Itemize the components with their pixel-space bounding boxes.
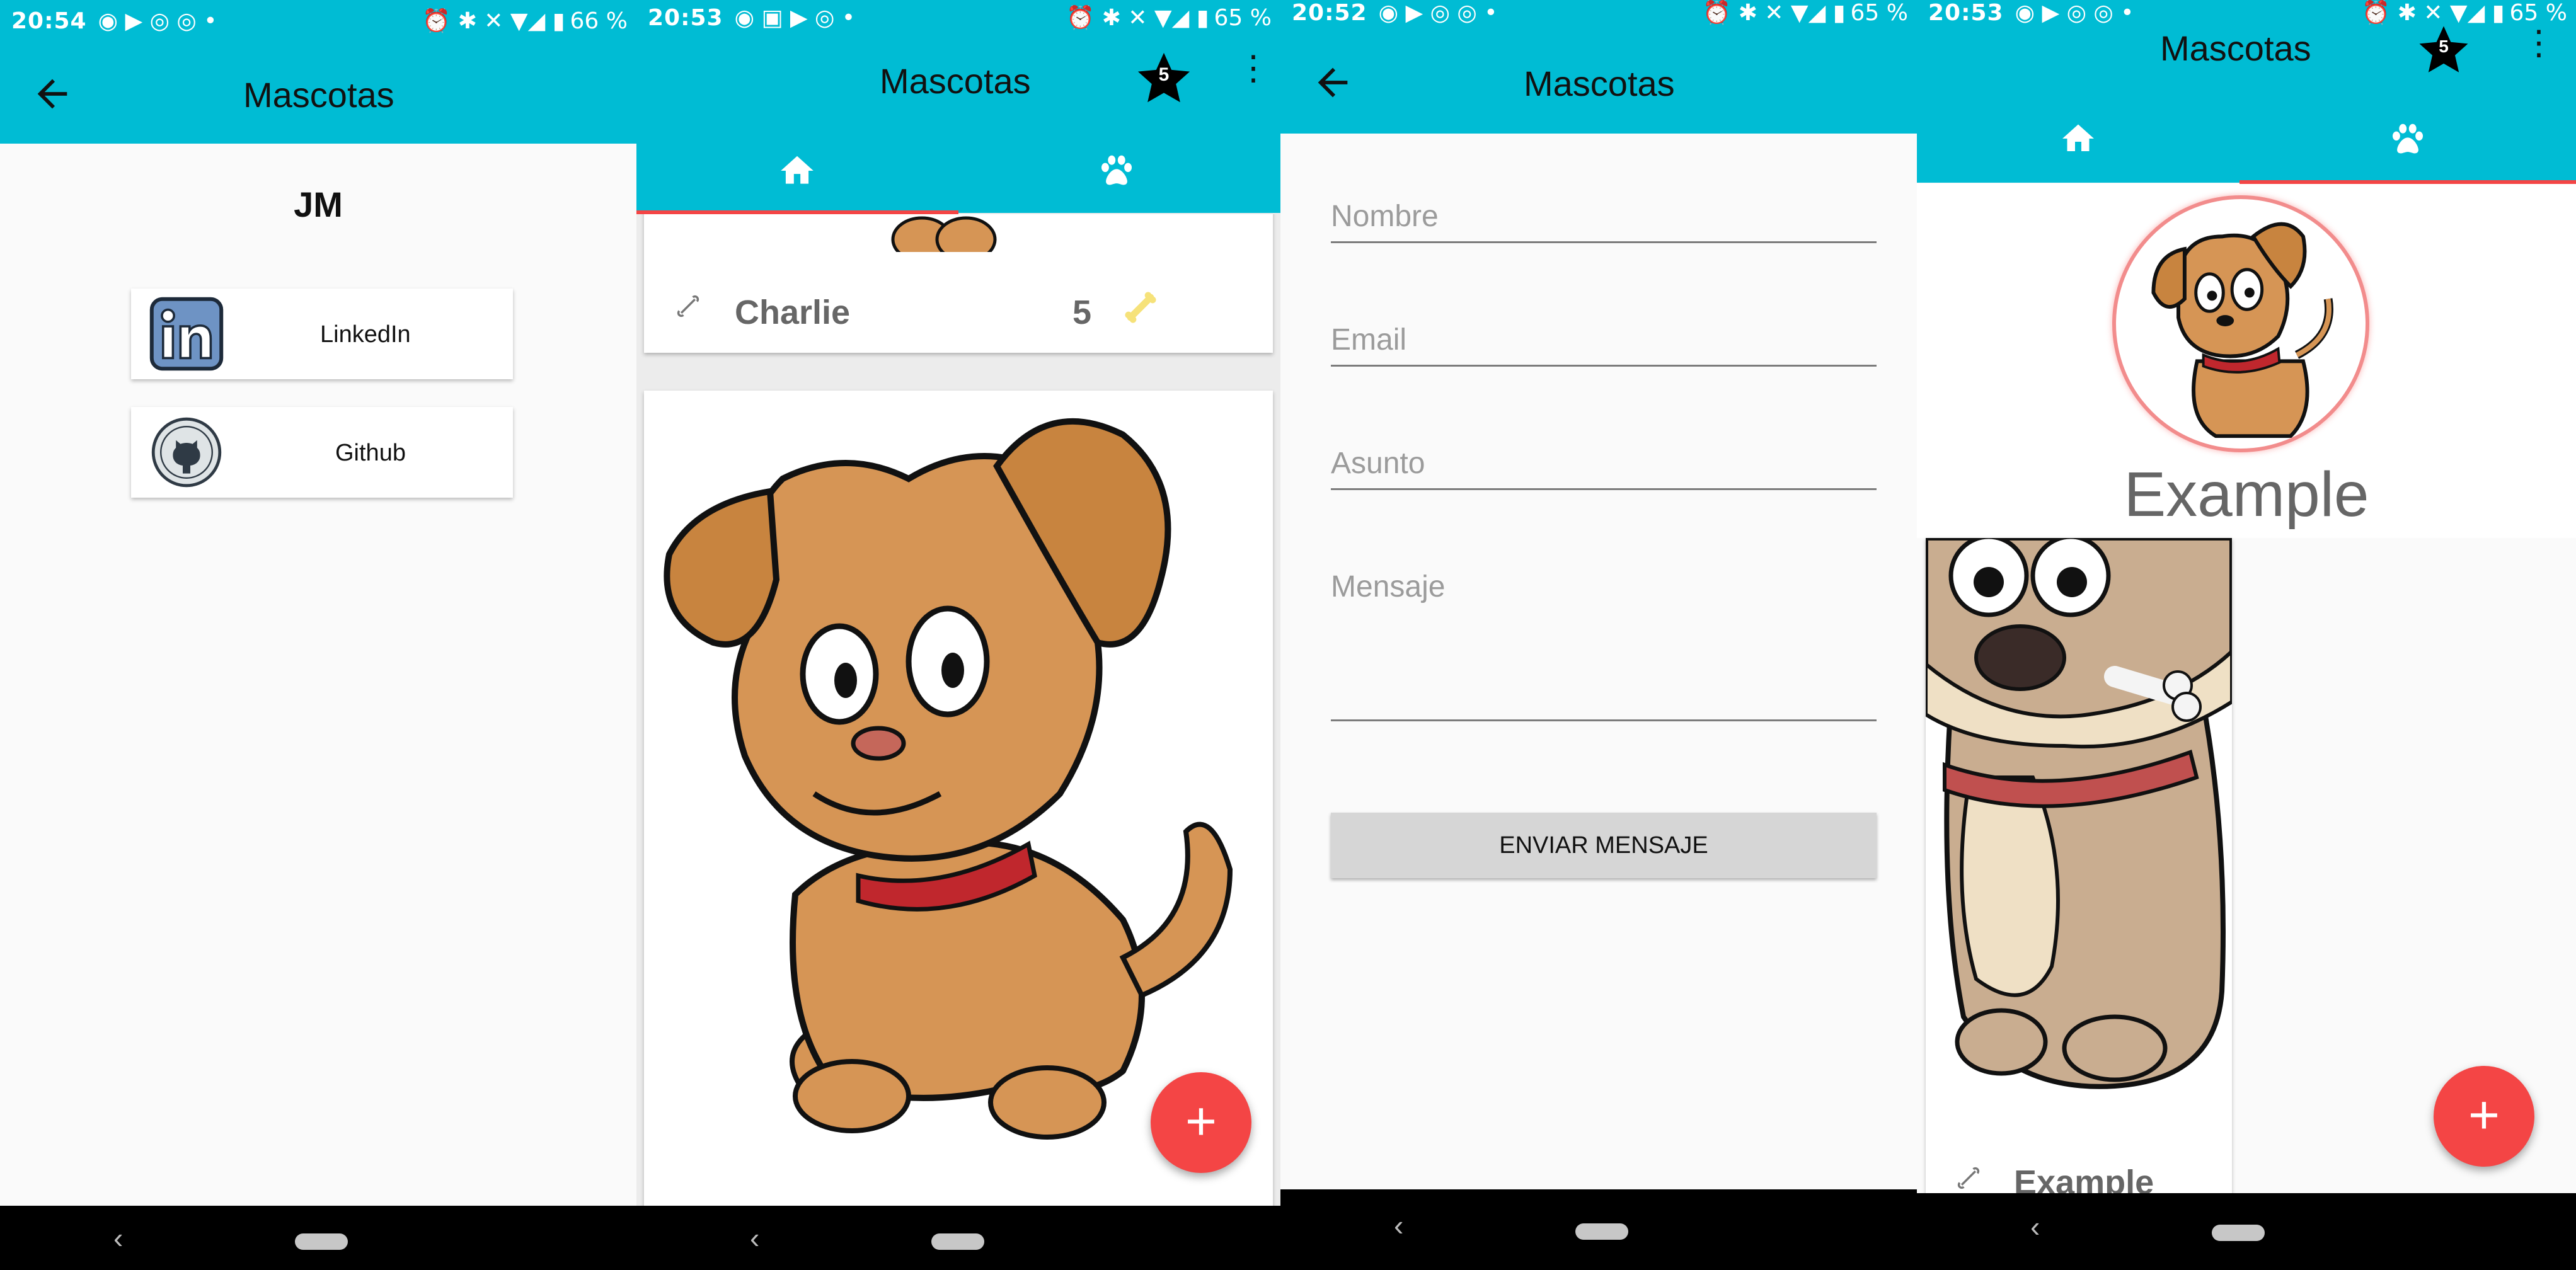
- overflow-menu-icon[interactable]: ⋮: [1236, 51, 1270, 85]
- notification-icons: ◉ ▶ ◎ ◎ •: [98, 8, 217, 34]
- bone-icon: [677, 295, 699, 318]
- contact-screen: 20:52 ◉ ▶ ◎ ◎ • ⏰ ✱ ✕ ▼◢ ▮ 65 % Mascotas…: [1280, 0, 1917, 1270]
- system-nav-bar: ‹: [636, 1206, 1280, 1270]
- about-screen: 20:54 ◉ ▶ ◎ ◎ • ⏰ ✱ ✕ ▼◢ ▮ 66 % Mascotas…: [0, 0, 636, 1270]
- profile-avatar: [2112, 195, 2369, 452]
- profile-name: Example: [2124, 459, 2369, 530]
- message-field[interactable]: Mensaje: [1331, 569, 1877, 721]
- profile-screen: 20:53 ◉ ▶ ◎ ◎ • ⏰ ✱ ✕ ▼◢ ▮ 65 % Mascotas…: [1917, 0, 2576, 1270]
- paw-icon: [1101, 155, 1132, 185]
- github-label: Github: [335, 440, 406, 466]
- pet-photo: [1926, 538, 2232, 1089]
- nav-back-icon[interactable]: ‹: [113, 1221, 123, 1255]
- tab-pets[interactable]: [2240, 111, 2576, 183]
- status-time: 20:54: [11, 8, 87, 34]
- notification-icons: ◉ ▶ ◎ ◎ •: [1378, 0, 1498, 26]
- system-nav-bar: ‹: [1917, 1193, 2576, 1270]
- status-battery: 65 %: [1850, 0, 1908, 26]
- favorites-button[interactable]: 5: [2416, 23, 2471, 78]
- system-nav-bar: ‹: [0, 1206, 636, 1270]
- status-battery: 66 %: [570, 8, 628, 34]
- status-bar: 20:52 ◉ ▶ ◎ ◎ • ⏰ ✱ ✕ ▼◢ ▮ 65 %: [1280, 0, 1917, 26]
- linkedin-icon: [149, 297, 224, 371]
- linkedin-button[interactable]: LinkedIn: [131, 289, 513, 379]
- notification-icons: ◉ ▣ ▶ ◎ •: [734, 4, 856, 31]
- add-pet-fab[interactable]: +: [1151, 1072, 1251, 1173]
- toolbar-title: Mascotas: [1524, 64, 1675, 103]
- status-battery: 65 %: [1214, 4, 1272, 31]
- system-icons: ⏰ ✱ ✕ ▼◢ ▮: [1066, 5, 1209, 31]
- nav-home-pill[interactable]: [2212, 1225, 2265, 1241]
- toolbar-title: Mascotas: [2160, 28, 2311, 68]
- pet-photo: [891, 216, 997, 252]
- pet-card[interactable]: Charlie 5: [644, 214, 1273, 353]
- email-field[interactable]: Email: [1331, 323, 1877, 367]
- pet-name: Charlie: [735, 294, 851, 331]
- system-icons: ⏰ ✱ ✕ ▼◢ ▮: [1703, 0, 1846, 26]
- send-message-button[interactable]: ENVIAR MENSAJE: [1331, 813, 1877, 878]
- profile-header: Example: [1917, 184, 2576, 538]
- system-nav-bar: ‹: [1280, 1189, 1917, 1270]
- pet-card[interactable]: Example: [1926, 538, 2232, 1218]
- tab-home[interactable]: [636, 132, 958, 213]
- toolbar-title: Mascotas: [880, 61, 1031, 101]
- author-name: JM: [294, 185, 343, 224]
- pet-likes: 5: [1072, 294, 1092, 331]
- system-icons: ⏰ ✱ ✕ ▼◢ ▮: [2362, 0, 2505, 26]
- add-pet-fab[interactable]: +: [2434, 1066, 2534, 1167]
- favorites-badge: 5: [2439, 37, 2449, 56]
- github-icon: [151, 417, 222, 488]
- nav-back-icon[interactable]: ‹: [750, 1221, 759, 1255]
- pet-list: Charlie 5: [636, 214, 1280, 1206]
- name-field[interactable]: Nombre: [1331, 199, 1877, 243]
- pet-list-screen: 20:53 ◉ ▣ ▶ ◎ • ⏰ ✱ ✕ ▼◢ ▮ 65 % Mascotas…: [636, 0, 1280, 1270]
- status-time: 20:52: [1292, 0, 1367, 26]
- bone-icon: [1957, 1167, 1980, 1189]
- status-time: 20:53: [648, 4, 723, 31]
- like-bone-icon[interactable]: [1120, 287, 1161, 328]
- notification-icons: ◉ ▶ ◎ ◎ •: [2015, 0, 2134, 26]
- paw-icon: [2392, 123, 2424, 154]
- nav-back-icon[interactable]: ‹: [1394, 1208, 1403, 1242]
- back-arrow-icon[interactable]: [30, 72, 74, 116]
- home-icon: [2062, 124, 2094, 151]
- system-icons: ⏰ ✱ ✕ ▼◢ ▮: [422, 8, 565, 34]
- home-icon: [781, 156, 814, 184]
- back-arrow-icon[interactable]: [1311, 60, 1355, 105]
- overflow-menu-icon[interactable]: ⋮: [2522, 26, 2556, 60]
- status-battery: 65 %: [2509, 0, 2567, 26]
- nav-home-pill[interactable]: [1575, 1223, 1628, 1240]
- nav-back-icon[interactable]: ‹: [2030, 1210, 2040, 1244]
- status-bar: 20:53 ◉ ▣ ▶ ◎ • ⏰ ✱ ✕ ▼◢ ▮ 65 %: [636, 0, 1280, 35]
- nav-home-pill[interactable]: [295, 1233, 348, 1250]
- status-bar: 20:54 ◉ ▶ ◎ ◎ • ⏰ ✱ ✕ ▼◢ ▮ 66 %: [0, 0, 636, 42]
- tab-home[interactable]: [1917, 111, 2240, 183]
- nav-home-pill[interactable]: [931, 1233, 984, 1250]
- github-button[interactable]: Github: [131, 407, 513, 498]
- tab-pets[interactable]: [958, 132, 1280, 213]
- favorites-button[interactable]: 5: [1134, 49, 1193, 108]
- status-bar: 20:53 ◉ ▶ ◎ ◎ • ⏰ ✱ ✕ ▼◢ ▮ 65 %: [1917, 0, 2576, 26]
- favorites-badge: 5: [1158, 64, 1170, 85]
- linkedin-label: LinkedIn: [320, 321, 411, 348]
- subject-field[interactable]: Asunto: [1331, 446, 1877, 490]
- toolbar-title: Mascotas: [243, 75, 394, 115]
- status-time: 20:53: [1928, 0, 2004, 26]
